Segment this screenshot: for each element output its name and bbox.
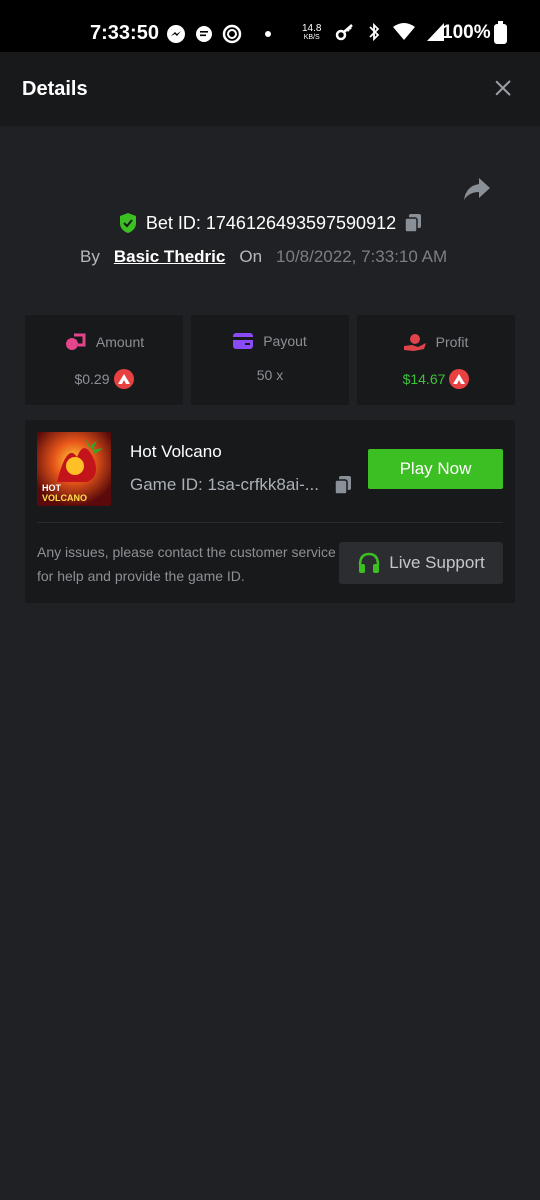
payout-value: 50 x	[256, 367, 284, 383]
by-label: By	[80, 247, 100, 266]
avax-icon	[449, 369, 470, 389]
messenger-icon	[167, 25, 185, 43]
bet-date: 10/8/2022, 7:33:10 AM	[276, 247, 448, 266]
svg-text:HOT: HOT	[42, 483, 62, 493]
key-icon	[335, 24, 353, 41]
play-now-button[interactable]: Play Now	[368, 449, 503, 489]
game-card: HOT VOLCANO Hot Volcano Game ID: 1sa-crf…	[25, 420, 515, 603]
details-header: Details	[0, 52, 540, 126]
profit-value: $14.67	[402, 371, 446, 387]
amount-value: $0.29	[74, 371, 110, 387]
net-speed: 14.8 KB/S	[302, 23, 322, 42]
user-link[interactable]: Basic Thedric	[114, 247, 226, 267]
share-icon[interactable]	[462, 176, 492, 202]
battery-percent: 100%	[442, 22, 491, 43]
game-id: Game ID: 1sa-crfkk8ai-...	[130, 475, 319, 494]
divider	[37, 522, 503, 523]
amount-label: Amount	[95, 334, 145, 350]
copy-icon[interactable]	[404, 213, 422, 233]
live-support-label: Live Support	[389, 553, 485, 572]
live-support-button[interactable]: Live Support	[339, 542, 503, 584]
payout-label: Payout	[263, 333, 307, 349]
chat-icon	[196, 26, 212, 42]
bet-stats: Amount $0.29 Payout 50 x Profit $14.67	[25, 315, 515, 405]
bet-meta: By Basic Thedric On 10/8/2022, 7:33:10 A…	[80, 247, 447, 267]
close-icon[interactable]	[490, 76, 516, 102]
copy-icon[interactable]	[334, 475, 352, 495]
headset-icon	[359, 552, 380, 573]
payout-card-icon	[233, 333, 254, 349]
page-title: Details	[22, 78, 88, 100]
bet-id: Bet ID: 1746126493597590912	[145, 212, 397, 233]
amount-card: Amount $0.29	[25, 315, 183, 405]
notification-dot	[265, 31, 271, 37]
status-bar: 7:33:50 14.8 KB/S 100%	[0, 0, 540, 52]
game-thumbnail[interactable]: HOT VOLCANO	[37, 432, 111, 506]
game-name: Hot Volcano	[130, 442, 222, 461]
on-label: On	[239, 247, 263, 266]
bet-id-row: Bet ID: 1746126493597590912	[0, 212, 540, 239]
shield-check-icon	[119, 213, 136, 233]
bluetooth-icon	[369, 22, 380, 42]
help-text: Any issues, please contact the customer …	[37, 544, 336, 584]
profit-card: Profit $14.67	[357, 315, 515, 405]
wifi-icon	[393, 23, 415, 40]
amount-icon	[65, 333, 86, 350]
profit-hand-icon	[403, 334, 426, 351]
payout-card: Payout 50 x	[191, 315, 349, 405]
battery-icon	[494, 21, 507, 44]
status-time: 7:33:50	[90, 22, 159, 44]
svg-text:VOLCANO: VOLCANO	[42, 493, 87, 503]
avax-icon	[113, 369, 134, 389]
spinner-icon	[222, 24, 242, 44]
profit-label: Profit	[435, 334, 469, 350]
